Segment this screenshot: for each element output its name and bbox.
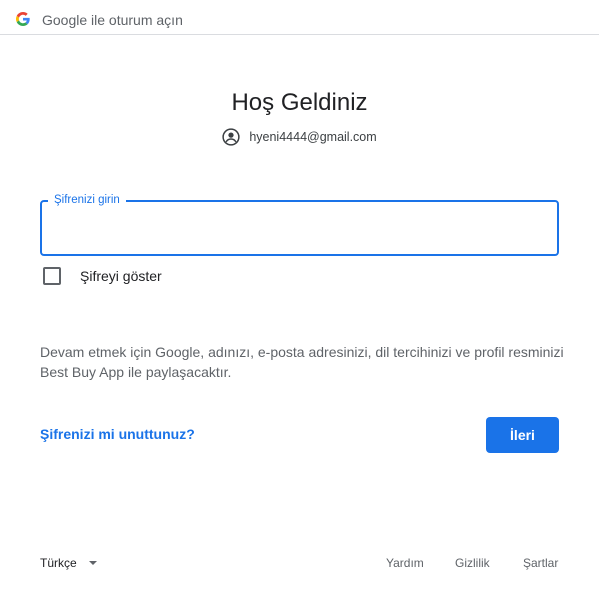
password-field-label: Şifrenizi girin [48, 193, 126, 207]
header-title: Google ile oturum açın [42, 12, 183, 28]
header-bar: Google ile oturum açın [0, 0, 599, 35]
show-password-checkbox[interactable] [43, 267, 61, 285]
forgot-password-link[interactable]: Şifrenizi mi unuttunuz? [40, 426, 195, 443]
google-signin-page: Google ile oturum açın Hoş Geldiniz hyen… [0, 0, 599, 599]
footer-privacy-link[interactable]: Gizlilik [455, 556, 490, 570]
google-g-logo-icon [16, 12, 30, 26]
next-button[interactable]: İleri [486, 417, 559, 453]
consent-info-text: Devam etmek için Google, adınızı, e-post… [40, 344, 564, 380]
account-circle-icon [222, 128, 240, 146]
page-title: Hoş Geldiniz [231, 89, 368, 116]
footer-terms-link[interactable]: Şartlar [523, 556, 558, 570]
language-selector[interactable]: Türkçe [40, 556, 97, 570]
caret-down-icon [88, 561, 97, 565]
show-password-label[interactable]: Şifreyi göster [80, 268, 162, 285]
account-email: hyeni4444@gmail.com [249, 130, 377, 144]
password-input[interactable] [52, 214, 551, 244]
account-chip[interactable]: hyeni4444@gmail.com [0, 127, 599, 147]
footer-help-link[interactable]: Yardım [386, 556, 424, 570]
language-label: Türkçe [40, 556, 77, 570]
